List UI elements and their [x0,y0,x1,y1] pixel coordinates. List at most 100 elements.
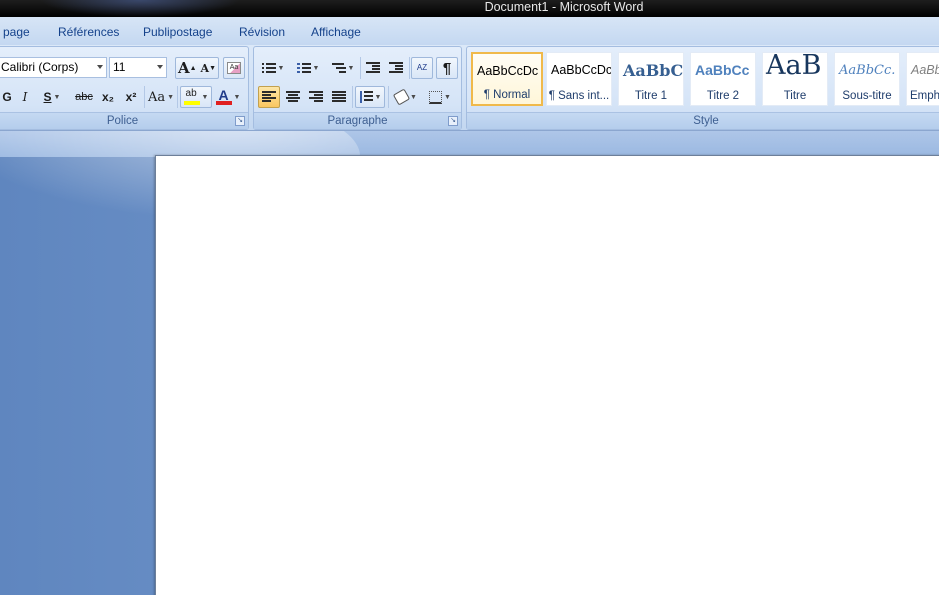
align-center-button[interactable] [282,86,304,108]
sort-button[interactable]: AZ [411,57,433,79]
style-name: ¶ Sans int... [548,90,610,102]
separator [388,86,389,108]
font-dialog-launcher[interactable]: ↘ [235,116,245,126]
tab-publipostage[interactable]: Publipostage [143,25,212,39]
style-gallery: AaBbCcDc ¶ Normal AaBbCcDc ¶ Sans int...… [470,52,939,108]
chevron-down-icon: ▼ [53,93,61,101]
decrease-indent-button[interactable] [362,57,384,79]
bullet-list-icon [261,62,276,74]
font-group: Calibri (Corps) 11 A ▲ A ▼ Aa G I S ▼ abc x… [0,46,249,130]
font-color-swatch [215,101,232,105]
superscript-button[interactable]: x² [121,86,141,108]
outdent-icon [366,62,380,74]
style-group-label: Style [467,112,939,129]
triangle-down-icon: ▼ [209,64,217,72]
borders-icon [429,90,443,104]
underline-label: S [43,90,52,104]
chevron-down-icon [157,65,163,69]
shading-button[interactable]: ▼ [391,86,421,108]
increase-indent-button[interactable] [385,57,407,79]
style-sample: AaB [766,52,822,81]
document-page[interactable] [155,155,939,595]
numbering-button[interactable]: ▼ [292,57,324,79]
chevron-down-icon: ▼ [312,64,320,72]
justify-icon [332,91,346,103]
change-case-button[interactable]: Aa ▼ [147,86,175,108]
chevron-down-icon: ▼ [347,64,355,72]
chevron-down-icon: ▼ [410,93,417,101]
grow-font-button[interactable]: A [178,59,190,77]
style-sample: AaBbCc. [839,63,896,78]
bold-button[interactable]: G [0,86,15,108]
grow-shrink-font-buttons: A ▲ A ▼ [175,57,219,79]
style-sous-titre[interactable]: AaBbCc. Sous-titre [834,52,900,106]
font-name-select[interactable]: Calibri (Corps) [0,57,107,78]
chevron-down-icon: ▼ [374,93,382,101]
paint-bucket-icon [392,88,411,106]
style-sample: AaBbCcDc [551,63,612,77]
style-titre-1[interactable]: AaBbCc Titre 1 [618,52,684,106]
show-formatting-marks-button[interactable]: ¶ [436,57,458,79]
highlight-color-swatch [183,101,200,105]
style-titre[interactable]: AaB Titre [762,52,828,106]
separator [144,86,145,108]
style-name: ¶ Normal [483,89,531,101]
shrink-font-button[interactable]: A [201,62,210,75]
style-name: Sous-titre [842,90,892,102]
font-name-value: Calibri (Corps) [1,60,79,74]
multilevel-list-button[interactable]: ▼ [328,57,358,79]
chevron-down-icon [97,65,103,69]
separator [177,86,178,108]
paragraph-group-label: Paragraphe [254,112,461,129]
eraser-icon: Aa [227,62,241,74]
chevron-down-icon: ▼ [277,64,285,72]
style-name: Emph [910,90,939,102]
subscript-button[interactable]: x₂ [98,86,118,108]
style-sans-interligne[interactable]: AaBbCcDc ¶ Sans int... [546,52,612,106]
sort-az-icon: AZ [416,63,428,72]
line-spacing-icon [359,91,373,103]
font-size-select[interactable]: 11 [109,57,167,78]
align-left-icon [262,91,276,103]
font-size-value: 11 [113,60,126,74]
title-bar: Document1 - Microsoft Word [0,0,939,17]
tab-affichage[interactable]: Affichage [311,25,361,39]
font-color-button[interactable]: A ▼ [213,86,243,108]
italic-button[interactable]: I [17,86,33,108]
window-title: Document1 - Microsoft Word [484,0,644,14]
tab-mise-en-page[interactable]: page [3,25,30,39]
style-name: Titre 1 [634,90,668,102]
style-name: Titre 2 [706,90,740,102]
align-left-button[interactable] [258,86,280,108]
chevron-down-icon: ▼ [444,93,451,101]
indent-icon [389,62,403,74]
style-sample: AaBbC [911,63,939,77]
justify-button[interactable] [328,86,350,108]
underline-button[interactable]: S ▼ [37,86,67,108]
style-sample: AaBbCc [695,62,750,78]
chevron-down-icon: ▼ [201,93,209,101]
line-spacing-button[interactable]: ▼ [355,86,385,108]
highlight-button[interactable]: ab ▼ [180,86,212,108]
font-color-icon: A [215,87,232,106]
style-emphase[interactable]: AaBbC Emph [906,52,939,106]
tab-references[interactable]: Références [58,25,119,39]
paragraph-dialog-launcher[interactable]: ↘ [448,116,458,126]
align-right-button[interactable] [305,86,327,108]
borders-button[interactable]: ▼ [424,86,456,108]
paragraph-group: ▼ ▼ ▼ AZ ¶ ▼ ▼ ▼ Paragraphe ↘ [253,46,462,130]
change-case-label: Aa [147,89,166,105]
tab-revision[interactable]: Révision [239,25,285,39]
clear-formatting-button[interactable]: Aa [223,57,245,79]
align-right-icon [309,91,323,103]
triangle-up-icon: ▲ [189,64,197,72]
style-normal[interactable]: AaBbCcDc ¶ Normal [471,52,543,106]
bullets-button[interactable]: ▼ [258,57,288,79]
chevron-down-icon: ▼ [167,93,175,101]
highlighter-icon: ab [183,88,200,106]
highlight-label: ab [185,88,197,99]
align-center-icon [286,91,300,103]
separator [352,86,353,108]
style-titre-2[interactable]: AaBbCc Titre 2 [690,52,756,106]
strikethrough-button[interactable]: abc [73,86,95,108]
